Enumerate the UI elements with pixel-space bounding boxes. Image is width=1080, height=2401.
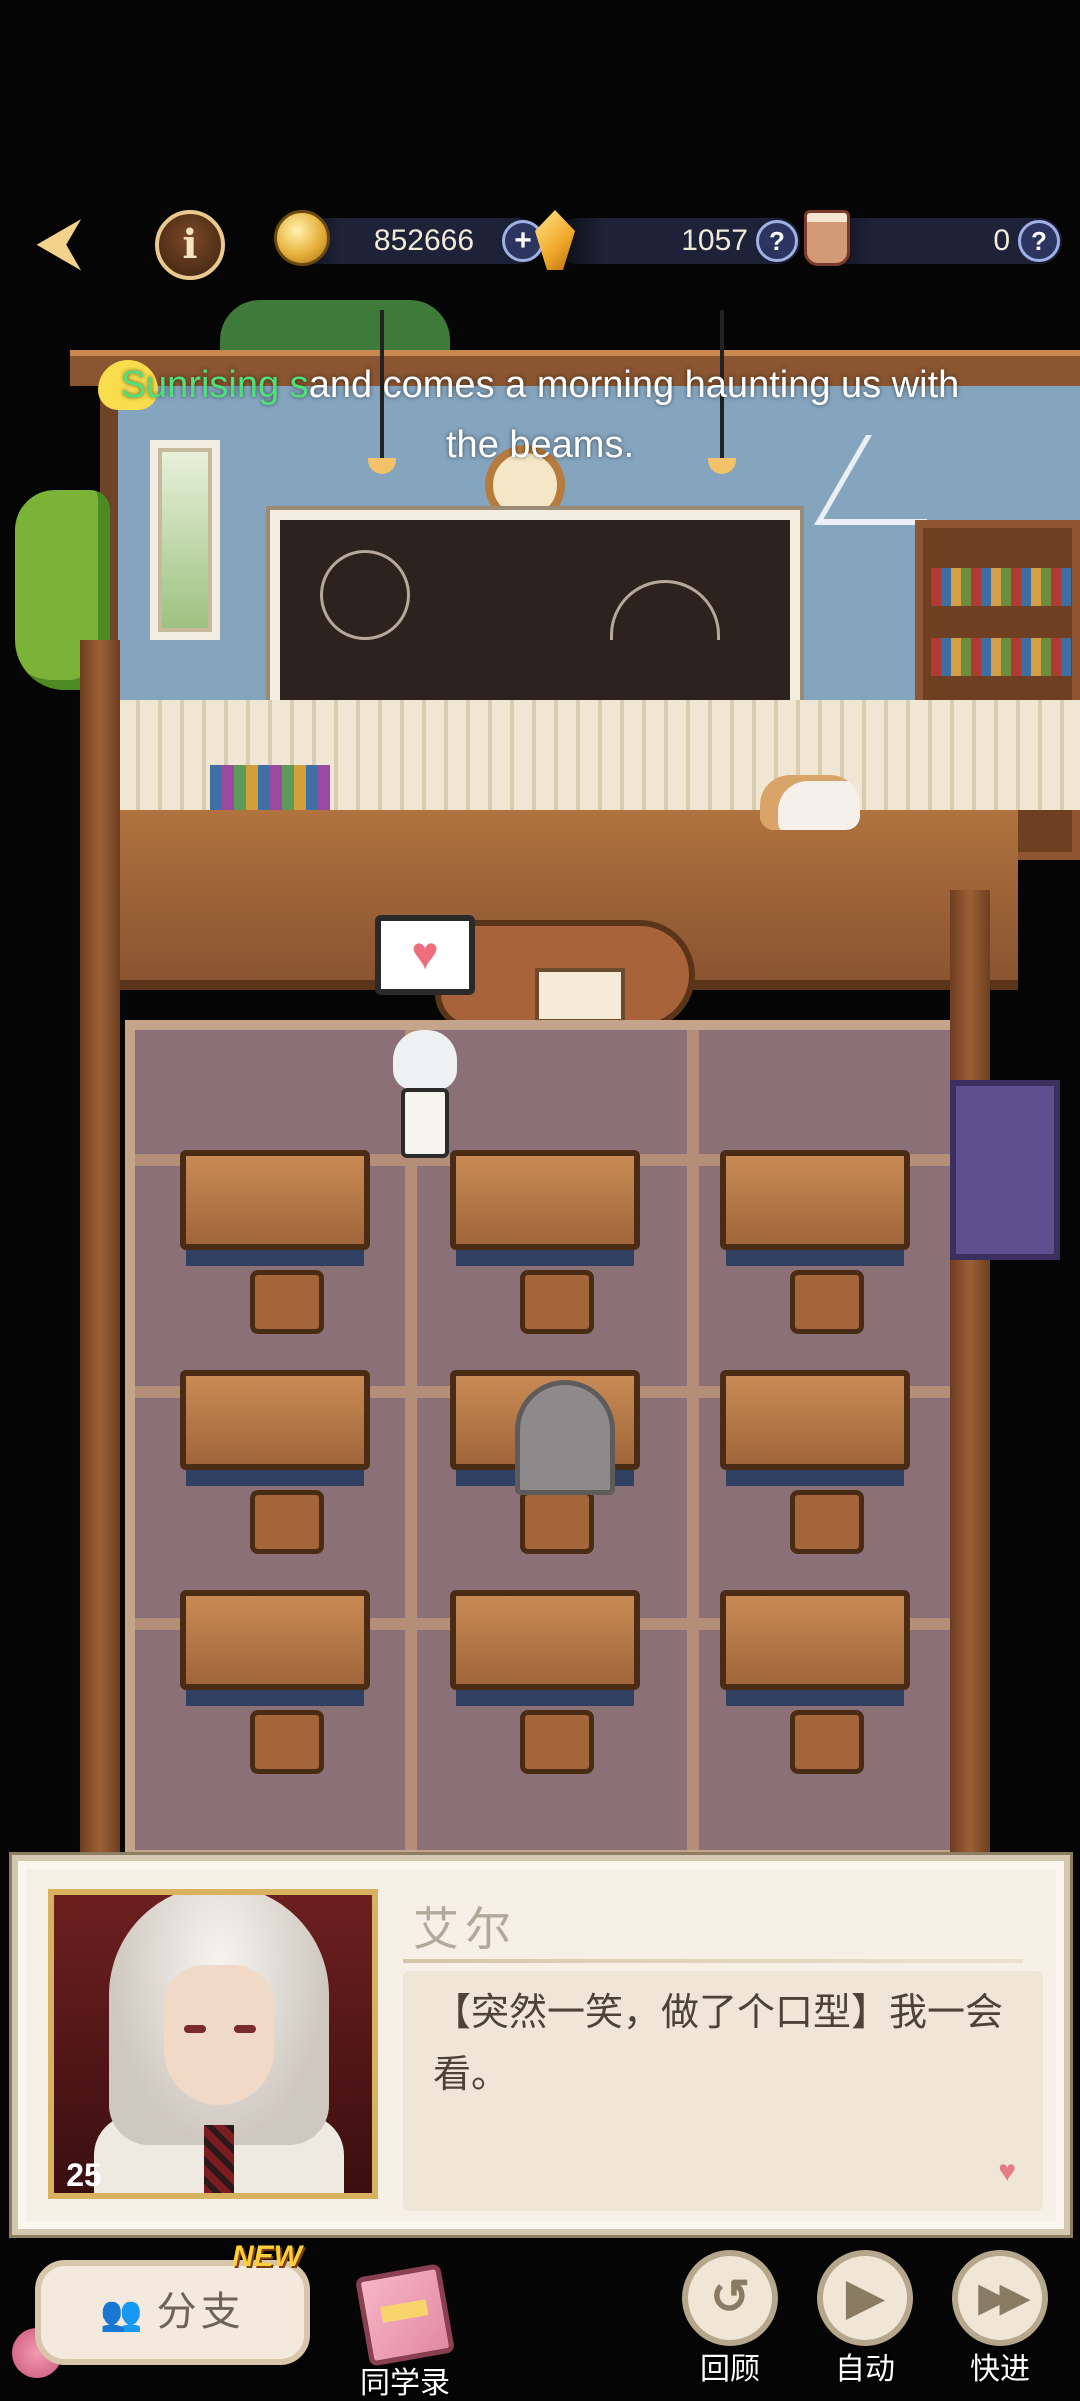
- skip-label: 快进: [970, 2353, 1030, 2386]
- character-body: [401, 1088, 449, 1158]
- dialog-box[interactable]: 25 艾尔 【突然一笑，做了个口型】我一会看。 ♥: [12, 1855, 1070, 2235]
- heart-speech-bubble: ♥: [375, 915, 475, 995]
- student-desk: [720, 1370, 910, 1486]
- back-arrow-icon[interactable]: ⮜: [38, 212, 118, 272]
- portrait-eye: [184, 2025, 206, 2033]
- student-chair: [790, 1710, 864, 1774]
- classmates-label: 同学录: [360, 2367, 450, 2400]
- speaker-name: 艾尔: [413, 1902, 517, 1956]
- student-chair: [250, 1490, 324, 1554]
- branch-button[interactable]: 👥 分支: [35, 2260, 310, 2365]
- right-pillar: [950, 890, 990, 1860]
- gem-help-button[interactable]: ?: [756, 220, 798, 262]
- auto-button[interactable]: ▶ 自动: [810, 2250, 920, 2395]
- blackboard: [270, 510, 800, 730]
- gem-counter: 1057 ?: [535, 210, 800, 270]
- coin-value: 852666: [373, 224, 474, 257]
- add-coin-button[interactable]: +: [502, 220, 544, 262]
- tea-value: 0: [993, 224, 1010, 257]
- board-curve-sketch: [610, 580, 720, 640]
- notebook-icon: [354, 2263, 456, 2367]
- portrait-face: [164, 1965, 274, 2105]
- student-desk: [180, 1150, 370, 1266]
- game-screen: ⮜ i 852666 + 1057 ? 0 ? ♥ Sunrising sand…: [0, 0, 1080, 2401]
- student-desk: [450, 1590, 640, 1706]
- sleeping-cat[interactable]: [760, 775, 860, 830]
- chibi-character[interactable]: [385, 1030, 465, 1175]
- gem-icon: [535, 210, 575, 270]
- board-circle-sketch: [320, 550, 410, 640]
- portrait-eye: [234, 2025, 256, 2033]
- shelf-books: [931, 568, 1071, 606]
- skip-button[interactable]: ▶▶ 快进: [945, 2250, 1055, 2395]
- coin-counter: 852666 +: [274, 210, 544, 266]
- student-chair: [520, 1270, 594, 1334]
- review-label: 回顾: [700, 2353, 760, 2386]
- history-icon: ↺: [682, 2250, 778, 2346]
- new-badge: NEW: [232, 2240, 302, 2273]
- people-icon: 👥: [100, 2294, 147, 2334]
- purple-cabinet: [950, 1080, 1060, 1260]
- student-chair: [790, 1490, 864, 1554]
- student-chair: [520, 1490, 594, 1554]
- classmates-button[interactable]: 同学录: [345, 2263, 465, 2400]
- play-icon: ▶: [817, 2250, 913, 2346]
- dialog-text: 【突然一笑，做了个口型】我一会看。: [433, 1990, 1004, 2096]
- open-book: [535, 968, 625, 1023]
- student-chair: [790, 1270, 864, 1334]
- bottom-bar: 👥 分支 NEW 同学录 ↺ 回顾 ▶ 自动 ▶▶ 快进: [0, 2240, 1080, 2401]
- tea-help-button[interactable]: ?: [1018, 220, 1060, 262]
- student-chair: [250, 1270, 324, 1334]
- review-button[interactable]: ↺ 回顾: [675, 2250, 785, 2395]
- student-desk: [720, 1590, 910, 1706]
- left-pillar: [80, 640, 120, 1860]
- fast-forward-icon: ▶▶: [952, 2250, 1048, 2346]
- portrait-tie: [204, 2125, 234, 2193]
- student-desk: [720, 1150, 910, 1266]
- tea-counter: 0 ?: [804, 210, 1062, 266]
- milk-tea-icon: [804, 210, 850, 266]
- student-desk: [180, 1590, 370, 1706]
- affinity-heart-badge: 25: [36, 2131, 132, 2221]
- shelf-books: [931, 638, 1071, 676]
- character-head: [393, 1030, 457, 1090]
- classroom-scene[interactable]: ♥: [15, 300, 1080, 1860]
- top-hud: ⮜ i 852666 + 1057 ? 0 ?: [0, 200, 1080, 280]
- song-subtitle: Sunrising sand comes a morning haunting …: [90, 355, 990, 475]
- heart-icon: ♥: [998, 2155, 1016, 2188]
- student-chair: [250, 1710, 324, 1774]
- branch-label: 分支: [156, 2289, 245, 2335]
- gem-value: 1057: [681, 224, 748, 257]
- student-chair: [520, 1710, 594, 1774]
- auto-label: 自动: [835, 2353, 895, 2386]
- coin-icon: [274, 210, 330, 266]
- subtitle-rest: and comes a morning haunting us with the…: [308, 364, 960, 466]
- gravestone-figure: [515, 1380, 615, 1495]
- subtitle-sung: Sunrising s: [120, 364, 309, 406]
- dialog-divider: [403, 1959, 1023, 1963]
- student-desk: [450, 1150, 640, 1266]
- student-desk: [180, 1370, 370, 1486]
- info-button[interactable]: i: [155, 210, 225, 280]
